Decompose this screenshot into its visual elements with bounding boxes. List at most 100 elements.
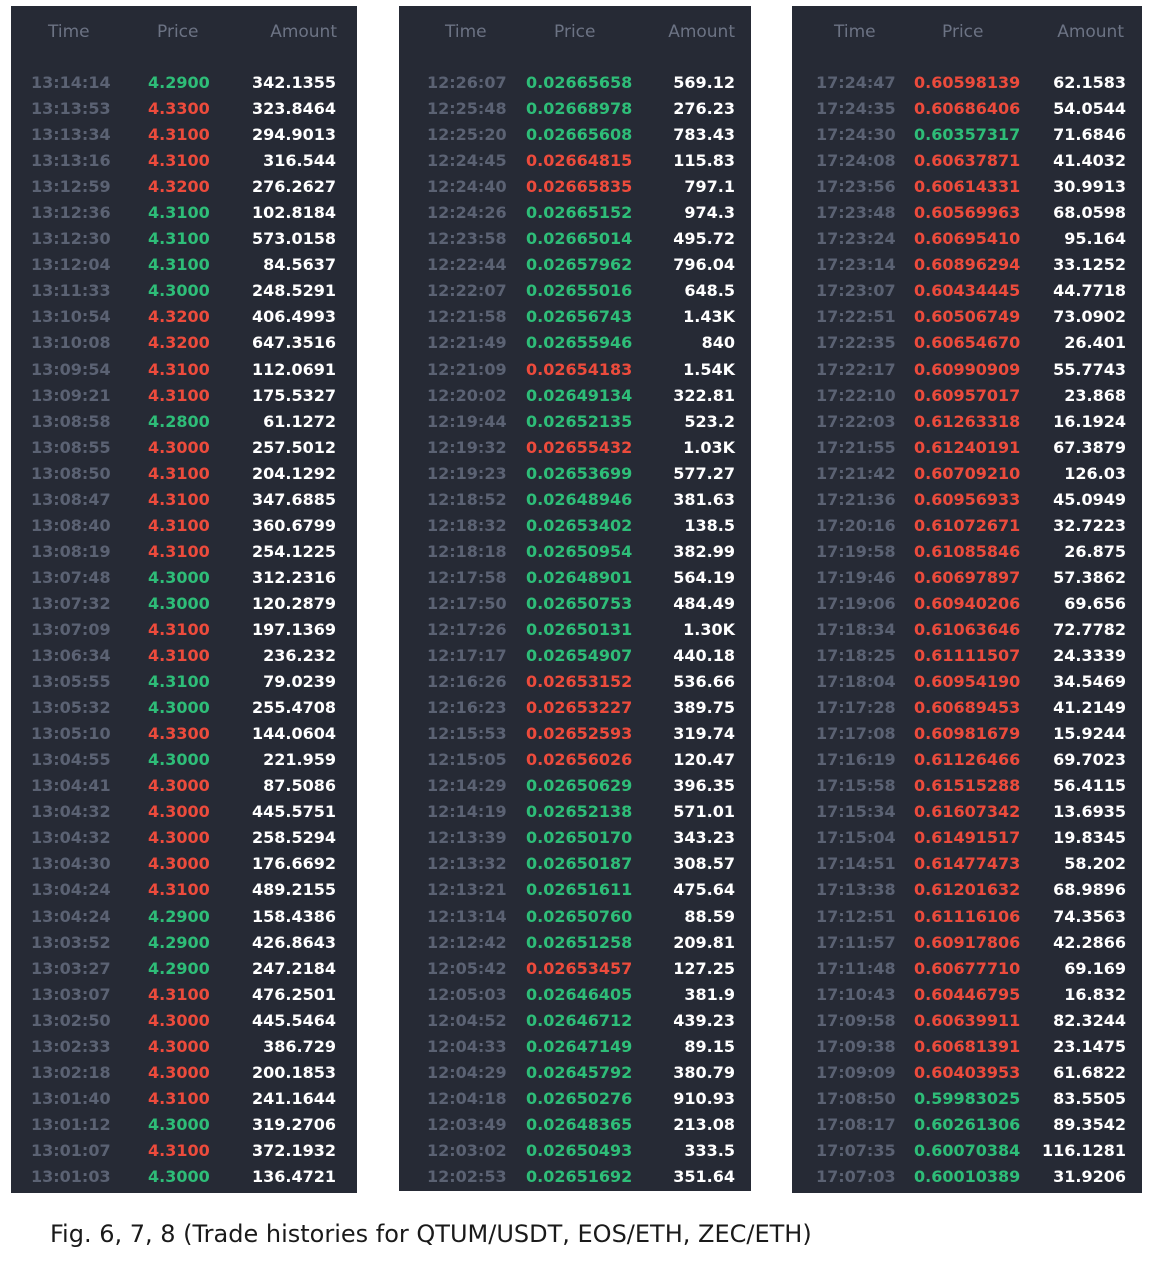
table-row: 12:19:32 0.02655432 1.03K	[399, 435, 751, 461]
trade-time: 12:24:40	[427, 177, 507, 197]
trade-price: 0.02648365	[526, 1114, 633, 1134]
trade-amount: 380.79	[673, 1062, 735, 1082]
trade-time: 13:05:10	[31, 724, 111, 744]
table-row: 13:03:27 4.2900 247.2184	[11, 956, 357, 982]
trade-amount: 974.3	[684, 203, 735, 223]
trade-time: 13:04:24	[31, 880, 111, 900]
table-row: 13:04:30 4.3000 176.6692	[11, 851, 357, 877]
table-row: 12:18:18 0.02650954 382.99	[399, 539, 751, 565]
table-row: 13:12:36 4.3100 102.8184	[11, 200, 357, 226]
trade-amount: 209.81	[673, 932, 735, 952]
trade-amount: 319.2706	[251, 1114, 336, 1134]
table-row: 17:15:58 0.61515288 56.4115	[792, 773, 1142, 799]
trade-price: 0.02665152	[526, 203, 633, 223]
trade-price: 4.3000	[148, 437, 210, 457]
trade-price: 0.60614331	[914, 177, 1021, 197]
trade-amount: 440.18	[673, 646, 735, 666]
trade-price: 4.3300	[148, 724, 210, 744]
trade-amount: 33.1252	[1053, 255, 1126, 275]
trade-time: 17:23:24	[816, 229, 896, 249]
trade-price: 0.02650131	[526, 619, 633, 639]
trade-amount: 445.5464	[251, 1010, 336, 1030]
trade-time: 13:01:12	[31, 1114, 111, 1134]
header-time: Time	[48, 22, 90, 42]
table-row: 13:04:41 4.3000 87.5086	[11, 773, 357, 799]
trade-time: 13:06:34	[31, 646, 111, 666]
trade-amount: 1.54K	[683, 359, 735, 379]
trade-price: 0.61515288	[914, 776, 1021, 796]
trade-amount: 83.5505	[1053, 1088, 1126, 1108]
trade-amount: 16.1924	[1053, 411, 1126, 431]
table-row: 12:19:23 0.02653699 577.27	[399, 461, 751, 487]
trade-amount: 342.1355	[251, 73, 336, 92]
trade-price: 4.3100	[148, 672, 210, 692]
table-row: 17:07:03 0.60010389 31.9206	[792, 1164, 1142, 1190]
trade-price: 0.02647149	[526, 1036, 633, 1056]
trade-price: 0.02646405	[526, 984, 633, 1004]
trade-price: 0.02656743	[526, 307, 633, 327]
trade-time: 13:04:32	[31, 802, 111, 822]
trade-amount: 647.3516	[251, 333, 336, 353]
trade-price: 0.02650187	[526, 854, 633, 874]
trade-time: 17:08:17	[816, 1114, 896, 1134]
table-row: 17:23:07 0.60434445 44.7718	[792, 278, 1142, 304]
trade-time: 13:08:50	[31, 463, 111, 483]
trade-amount: 41.2149	[1053, 698, 1126, 718]
trade-time: 13:04:24	[31, 906, 111, 926]
table-row: 12:05:03 0.02646405 381.9	[399, 982, 751, 1008]
trade-price: 0.60957017	[914, 385, 1021, 405]
table-row: 12:15:05 0.02656026 120.47	[399, 747, 751, 773]
trade-amount: 19.8345	[1053, 828, 1126, 848]
trade-price: 0.60697897	[914, 567, 1021, 587]
trade-price: 0.02665608	[526, 125, 633, 145]
trade-time: 17:22:51	[816, 307, 896, 327]
table-row: 13:04:32 4.3000 258.5294	[11, 825, 357, 851]
trade-amount: 176.6692	[251, 854, 336, 874]
trade-amount: 138.5	[684, 515, 735, 535]
trade-time: 12:18:52	[427, 489, 507, 509]
header-price: Price	[157, 22, 199, 42]
trade-time: 12:04:33	[427, 1036, 507, 1056]
trade-amount: 55.7743	[1053, 359, 1126, 379]
trade-amount: 175.5327	[251, 385, 336, 405]
table-row: 17:17:28 0.60689453 41.2149	[792, 695, 1142, 721]
trade-time: 13:07:09	[31, 619, 111, 639]
table-row: 17:23:56 0.60614331 30.9913	[792, 174, 1142, 200]
trade-amount: 276.2627	[251, 177, 336, 197]
trade-price: 0.60695410	[914, 229, 1021, 249]
table-row: 13:13:34 4.3100 294.9013	[11, 122, 357, 148]
table-row: 17:23:24 0.60695410 95.164	[792, 226, 1142, 252]
trade-time: 12:15:53	[427, 724, 507, 744]
trade-amount: 73.0902	[1053, 307, 1126, 327]
trade-time: 13:04:30	[31, 854, 111, 874]
trade-time: 17:24:08	[816, 151, 896, 171]
trade-amount: 343.23	[673, 828, 735, 848]
trade-price: 0.60956933	[914, 489, 1021, 509]
trade-price: 0.61126466	[914, 750, 1021, 770]
table-row: 12:13:39 0.02650170 343.23	[399, 825, 751, 851]
trade-price: 0.60654670	[914, 333, 1021, 353]
trade-amount: 247.2184	[251, 958, 336, 978]
table-row: 17:19:46 0.60697897 57.3862	[792, 565, 1142, 591]
trade-time: 17:23:48	[816, 203, 896, 223]
trade-price: 0.60506749	[914, 307, 1021, 327]
trade-amount: 569.12	[673, 73, 735, 92]
trade-time: 12:15:05	[427, 750, 507, 770]
trade-price: 4.3000	[148, 698, 210, 718]
trade-time: 17:08:50	[816, 1088, 896, 1108]
table-row: 17:22:17 0.60990909 55.7743	[792, 357, 1142, 383]
table-row: 17:21:42 0.60709210 126.03	[792, 461, 1142, 487]
table-row: 17:20:16 0.61072671 32.7223	[792, 513, 1142, 539]
trade-amount: 69.7023	[1053, 750, 1126, 770]
trade-time: 12:21:09	[427, 359, 507, 379]
trade-amount: 495.72	[673, 229, 735, 249]
table-row: 13:13:53 4.3300 323.8464	[11, 96, 357, 122]
trade-amount: 1.03K	[683, 437, 735, 457]
trade-amount: 72.7782	[1053, 619, 1126, 639]
trade-price: 0.61491517	[914, 828, 1021, 848]
table-row: 17:17:08 0.60981679 15.9244	[792, 721, 1142, 747]
trade-amount: 475.64	[673, 880, 735, 900]
trade-price: 0.02654907	[526, 646, 633, 666]
table-row: 17:09:38 0.60681391 23.1475	[792, 1034, 1142, 1060]
trade-price: 4.3100	[148, 1088, 210, 1108]
